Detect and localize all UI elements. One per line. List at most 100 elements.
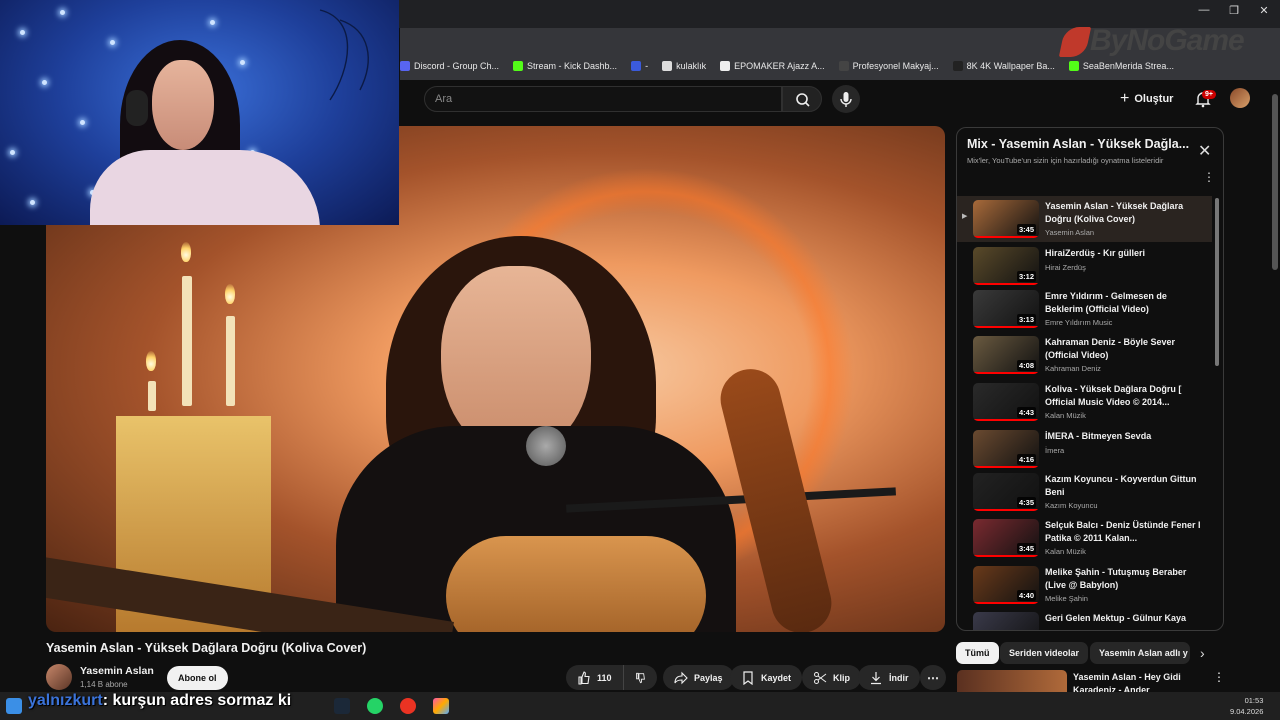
bookmark-item[interactable]: - bbox=[631, 61, 648, 71]
playlist-item-channel: Yasemin Aslan bbox=[1045, 228, 1095, 237]
duration-badge: 3:45 bbox=[1016, 543, 1036, 554]
watched-progress-bar bbox=[973, 283, 1039, 285]
watched-progress-bar bbox=[973, 236, 1039, 238]
playlist-item[interactable]: 4:08 Kahraman Deniz - Böyle Sever (Offici… bbox=[957, 332, 1212, 378]
bookmark-favicon-icon bbox=[1068, 61, 1079, 71]
playlist-item[interactable]: 3:12 HiraiZerdüş - Kır gülleri Hirai Zerdü… bbox=[957, 243, 1212, 289]
bookmark-item[interactable]: SeaBenMerida Strea... bbox=[1068, 61, 1174, 71]
create-button[interactable]: + Oluştur bbox=[1120, 90, 1173, 108]
playlist-item[interactable]: 4:43 Koliva - Yüksek Dağlara Doğru [ Offi… bbox=[957, 379, 1212, 425]
bookmark-label: 8K 4K Wallpaper Ba... bbox=[966, 61, 1055, 71]
playlist-item-title: Melike Şahin - Tutuşmuş Beraber (Live @ … bbox=[1045, 567, 1187, 590]
download-button[interactable]: İndir bbox=[858, 665, 920, 690]
bookmark-item[interactable]: Profesyonel Makyaj... bbox=[838, 61, 939, 71]
playlist-item[interactable]: ▶ 3:45 Yasemin Aslan - Yüksek Dağlara Doğr… bbox=[957, 196, 1212, 242]
clip-label: Klip bbox=[833, 672, 850, 683]
like-count: 110 bbox=[597, 672, 612, 683]
playlist-item[interactable]: 4:16 İMERA - Bitmeyen Sevda İmera bbox=[957, 426, 1212, 472]
account-avatar[interactable] bbox=[1230, 88, 1250, 108]
share-label: Paylaş bbox=[694, 672, 723, 683]
chat-message-overlay: yalnızkurt: kurşun adres sormaz ki bbox=[28, 692, 291, 710]
clock-time: 01:53 bbox=[1244, 696, 1264, 705]
steam-icon[interactable] bbox=[334, 698, 350, 714]
playlist-item[interactable]: 3:45 Selçuk Balcı - Deniz Üstünde Fener I… bbox=[957, 515, 1212, 561]
minimize-icon[interactable]: — bbox=[1194, 4, 1214, 16]
playlist-item-title: Selçuk Balcı - Deniz Üstünde Fener I Pat… bbox=[1045, 520, 1201, 543]
dislike-button[interactable] bbox=[623, 665, 657, 690]
guitar-body-shape bbox=[446, 536, 706, 632]
bookmark-label: SeaBenMerida Strea... bbox=[1082, 61, 1174, 71]
bookmark-label: - bbox=[645, 61, 649, 71]
watched-progress-bar bbox=[973, 326, 1039, 328]
app-icon[interactable] bbox=[433, 698, 449, 714]
duration-badge: 3:12 bbox=[1016, 271, 1036, 282]
windows-start-icon[interactable] bbox=[6, 698, 22, 714]
subscribe-button[interactable]: Abone ol bbox=[167, 666, 228, 690]
microphone-shape bbox=[526, 426, 566, 466]
system-clock: 01:53 9.04.2026 bbox=[1230, 695, 1263, 717]
chevron-right-icon[interactable]: › bbox=[1200, 645, 1205, 661]
playlist-item-channel: Kazım Koyuncu bbox=[1045, 501, 1098, 510]
bookmark-item[interactable]: EPOMAKER Ajazz A... bbox=[720, 61, 825, 71]
chip-channel[interactable]: Yasemin Aslan adlı y bbox=[1090, 642, 1190, 664]
playlist-item-title: Koliva - Yüksek Dağlara Doğru [ Official… bbox=[1045, 384, 1182, 407]
playlist-item[interactable]: Geri Gelen Mektup - Gülnur Kaya bbox=[957, 608, 1212, 630]
channel-avatar[interactable] bbox=[46, 664, 72, 690]
page-scrollbar[interactable] bbox=[1272, 94, 1278, 270]
voice-search-button[interactable] bbox=[832, 85, 860, 113]
playlist-item[interactable]: 4:35 Kazım Koyuncu - Koyverdun Gittun Ben… bbox=[957, 469, 1212, 515]
search-icon bbox=[796, 93, 810, 107]
restore-icon[interactable]: ❐ bbox=[1224, 4, 1244, 17]
close-window-icon[interactable]: ✕ bbox=[1254, 4, 1274, 17]
recommendation-menu-icon[interactable]: ⋮ bbox=[1213, 670, 1225, 684]
chip-series-videos[interactable]: Seriden videolar bbox=[1000, 642, 1089, 664]
share-button[interactable]: Paylaş bbox=[663, 665, 734, 690]
playlist-subtitle: Mix'ler, YouTube'un sizin için hazırladı… bbox=[967, 156, 1164, 165]
chip-all[interactable]: Tümü bbox=[956, 642, 999, 664]
bookmark-item[interactable]: Stream - Kick Dashb... bbox=[513, 61, 617, 71]
bookmark-favicon-icon bbox=[631, 61, 642, 71]
candle-flame-shape bbox=[146, 351, 156, 371]
playlist-item-channel: Kalan Müzik bbox=[1045, 411, 1086, 420]
save-button[interactable]: Kaydet bbox=[730, 665, 803, 690]
close-playlist-icon[interactable]: ✕ bbox=[1198, 141, 1211, 161]
search-button[interactable] bbox=[782, 86, 822, 112]
playlist-item[interactable]: 3:13 Emre Yıldırım - Gelmesen de Beklerim… bbox=[957, 286, 1212, 332]
duration-badge: 3:13 bbox=[1016, 314, 1036, 325]
playlist-item-title: Kazım Koyuncu - Koyverdun Gittun Beni bbox=[1045, 474, 1197, 497]
share-icon bbox=[674, 671, 688, 684]
bookmark-item[interactable]: kulaklık bbox=[662, 61, 706, 71]
obs-icon[interactable] bbox=[400, 698, 416, 714]
bookmark-label: Stream - Kick Dashb... bbox=[527, 61, 618, 71]
playlist-scrollbar[interactable] bbox=[1215, 198, 1219, 366]
whatsapp-icon[interactable] bbox=[367, 698, 383, 714]
channel-name[interactable]: Yasemin Aslan bbox=[80, 665, 154, 677]
clip-button[interactable]: Klip bbox=[802, 665, 861, 690]
bookmark-item[interactable]: 8K 4K Wallpaper Ba... bbox=[952, 61, 1055, 71]
more-actions-button[interactable]: ⋯ bbox=[920, 665, 946, 690]
playlist-item-title: İMERA - Bitmeyen Sevda bbox=[1045, 431, 1152, 441]
watched-progress-bar bbox=[973, 555, 1039, 557]
bookmark-favicon-icon bbox=[513, 61, 524, 71]
playlist-thumbnail: 3:12 bbox=[973, 247, 1039, 285]
chat-username: yalnızkurt bbox=[28, 692, 103, 709]
bookmark-item[interactable]: Discord - Group Ch... bbox=[400, 61, 499, 71]
playlist-item-title: Kahraman Deniz - Böyle Sever (Official V… bbox=[1045, 337, 1176, 360]
streamer-webcam bbox=[0, 0, 399, 225]
playlist-item-channel: Melike Şahin bbox=[1045, 594, 1088, 603]
bookmark-favicon-icon bbox=[400, 61, 410, 71]
duration-badge: 4:08 bbox=[1016, 360, 1036, 371]
search-input[interactable]: Ara bbox=[424, 86, 782, 112]
playlist-menu-icon[interactable]: ⋮ bbox=[1203, 170, 1215, 184]
bookmark-label: kulaklık bbox=[676, 61, 707, 71]
bookmark-favicon-icon bbox=[952, 61, 963, 71]
playlist-thumbnail: 4:16 bbox=[973, 430, 1039, 468]
playlist-item[interactable]: 4:40 Melike Şahin - Tutuşmuş Beraber (Liv… bbox=[957, 562, 1212, 608]
bookmark-favicon-icon bbox=[720, 61, 731, 71]
watched-progress-bar bbox=[973, 466, 1039, 468]
bynogame-watermark: ByNoGame bbox=[1058, 24, 1245, 58]
candle-flame-shape bbox=[181, 242, 191, 262]
download-label: İndir bbox=[889, 672, 909, 683]
candle-flame-shape bbox=[225, 284, 235, 304]
like-button[interactable]: 110 bbox=[566, 665, 623, 690]
